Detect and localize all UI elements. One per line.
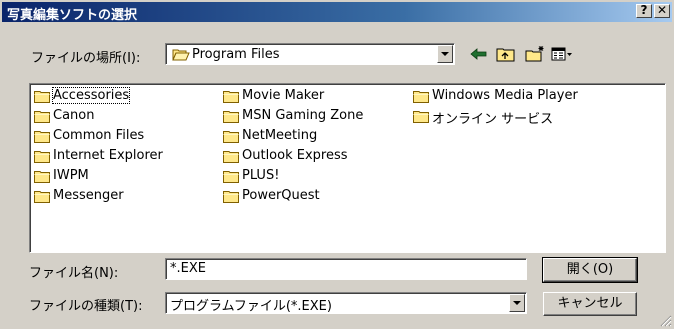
chevron-down-icon [441,52,449,56]
lookin-dropdown[interactable]: Program Files [165,43,455,65]
folder-icon [34,111,50,123]
filetype-dropdown-button[interactable] [509,294,525,312]
new-folder-icon[interactable] [524,45,546,63]
folder-icon [223,171,239,183]
filetype-label: ファイルの種類(T): [29,299,143,314]
folder-icon [34,151,50,163]
folder-icon [413,91,429,103]
file-list[interactable]: Accessories Canon Common Files Internet … [29,83,666,253]
title-bar[interactable]: 写真編集ソフトの選択 ? ✕ [2,2,672,23]
help-button[interactable]: ? [636,4,652,18]
open-button[interactable]: 開く(O) [542,257,638,283]
filename-input[interactable]: *.EXE [165,258,527,280]
cancel-button[interactable]: キャンセル [543,292,637,316]
back-arrow-icon[interactable] [468,45,490,63]
filename-label: ファイル名(N): [29,266,119,281]
folder-icon [223,151,239,163]
up-folder-icon[interactable] [495,45,517,63]
filetype-dropdown[interactable]: プログラムファイル(*.EXE) [165,292,527,314]
folder-icon [34,191,50,203]
lookin-label: ファイルの場所(I): [31,51,141,66]
folder-icon [34,131,50,143]
chevron-down-icon [513,301,521,305]
folder-icon [223,191,239,203]
folder-icon [223,91,239,103]
window-title: 写真編集ソフトの選択 [7,8,138,23]
folder-icon [413,111,429,123]
folder-open-icon [172,49,190,61]
close-button[interactable]: ✕ [654,4,670,18]
lookin-dropdown-button[interactable] [437,45,453,63]
file-open-dialog: 写真編集ソフトの選択 ? ✕ ファイルの場所(I): Program Files [0,0,674,329]
folder-icon [223,131,239,143]
lookin-value: Program Files [192,47,280,62]
resize-grip-icon[interactable] [660,315,672,327]
folder-icon [34,91,50,103]
folder-icon [223,111,239,123]
folder-icon [34,171,50,183]
view-menu-icon[interactable] [551,45,573,63]
